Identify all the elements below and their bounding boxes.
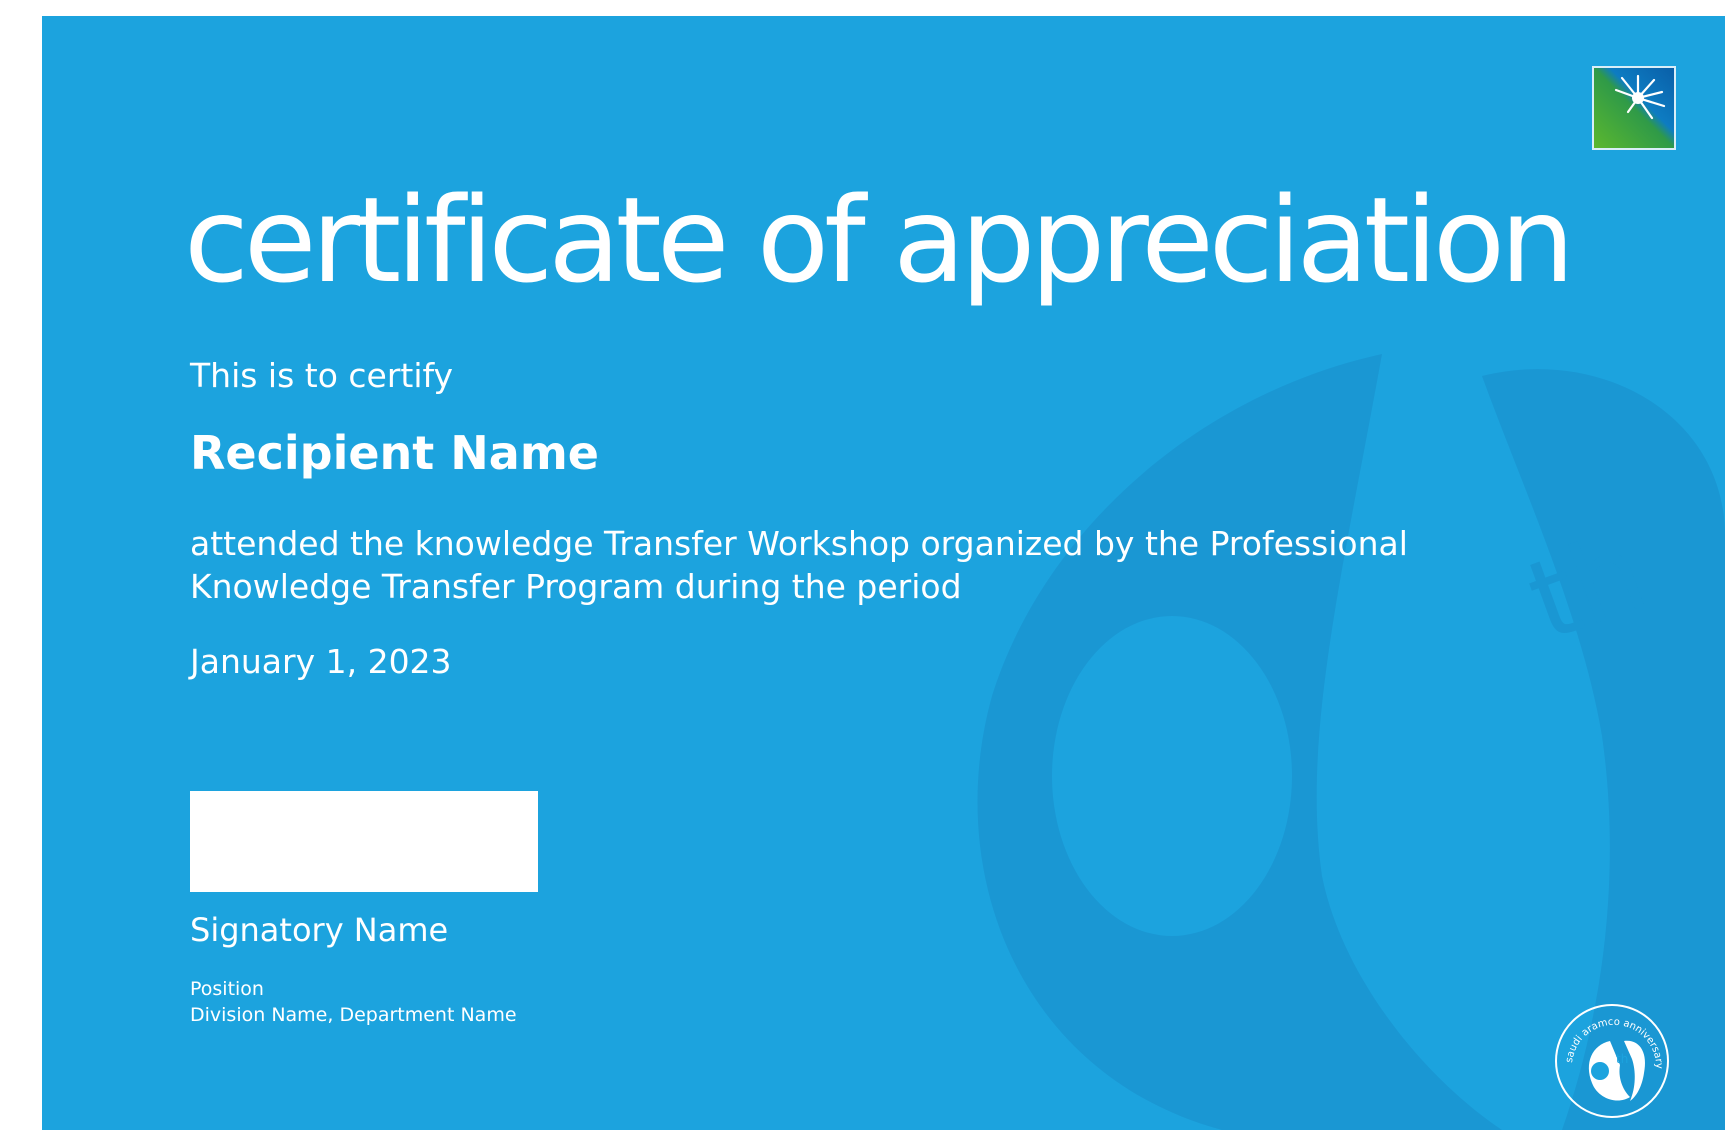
certificate-date: January 1, 2023	[190, 642, 452, 681]
signatory-name: Signatory Name	[190, 911, 449, 949]
aramco-star-logo-icon	[1592, 66, 1676, 150]
signature-box	[190, 791, 538, 892]
anniversary-suffix: th	[1616, 1052, 1628, 1066]
page: th certificate of appreciation This is t…	[0, 0, 1733, 1130]
recipient-name: Recipient Name	[190, 426, 599, 480]
certificate-title: certificate of appreciation	[184, 171, 1575, 309]
signatory-position: Position	[190, 978, 264, 1000]
signatory-division-department: Division Name, Department Name	[190, 1004, 517, 1026]
anniversary-badge-icon: saudi aramco anniversary 2023 th	[1552, 1001, 1669, 1118]
certificate-card: th certificate of appreciation This is t…	[42, 16, 1725, 1130]
certify-line: This is to certify	[190, 356, 454, 395]
certificate-body-text: attended the knowledge Transfer Workshop…	[190, 524, 1408, 606]
